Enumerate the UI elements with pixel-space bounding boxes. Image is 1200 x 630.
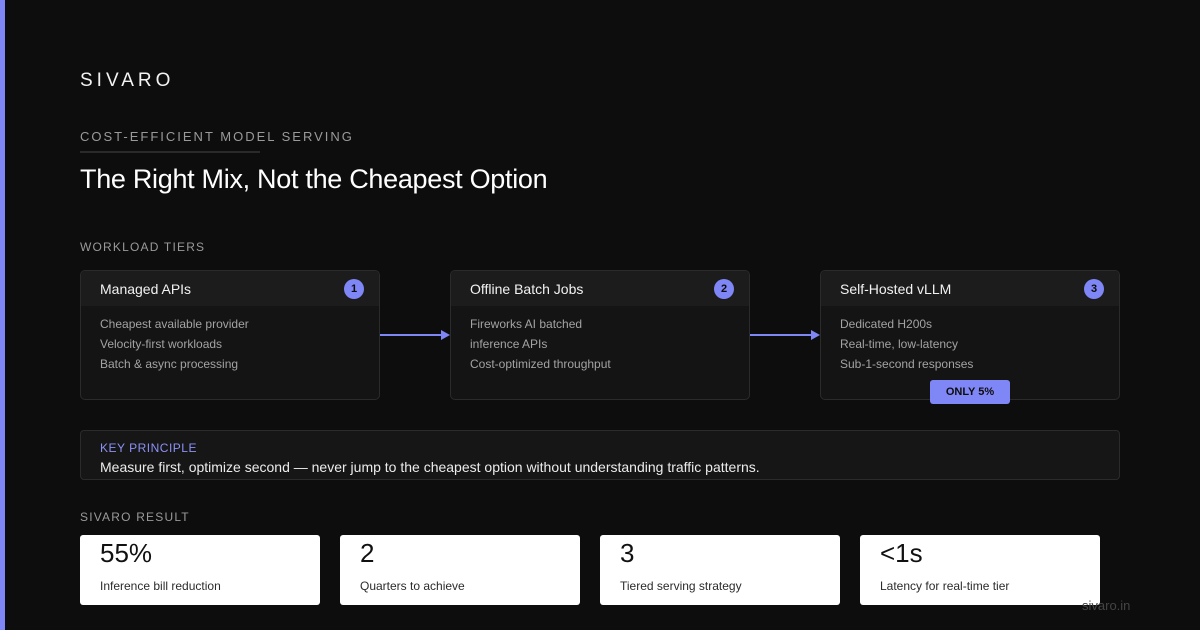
tier-title: Offline Batch Jobs (470, 280, 584, 297)
result-label: SIVARO RESULT (80, 510, 190, 524)
tier-details: Dedicated H200s Real-time, low-latency S… (821, 306, 1119, 374)
page-title: The Right Mix, Not the Cheapest Option (80, 164, 548, 194)
flow-arrow-line (380, 334, 442, 336)
tier-detail-line: Fireworks AI batched (470, 317, 583, 331)
tier-detail-line: Dedicated H200s (840, 317, 933, 331)
tier-header: Offline Batch Jobs 2 (451, 271, 749, 306)
tier-card-managed-apis: Managed APIs 1 Cheapest available provid… (80, 270, 380, 400)
tier-number-badge: 2 (714, 278, 734, 299)
footer-url: sivaro.in (1082, 598, 1131, 613)
tier-number-badge: 3 (1084, 278, 1104, 299)
stat-label: Latency for real-time tier (880, 579, 1010, 593)
principle-label: KEY PRINCIPLE (100, 441, 197, 455)
stat-card: 55% Inference bill reduction (80, 535, 320, 605)
key-principle-callout: KEY PRINCIPLE Measure first, optimize se… (80, 430, 1120, 480)
flow-arrow-icon (811, 330, 820, 340)
stat-label: Quarters to achieve (360, 579, 465, 593)
usage-share-badge: ONLY 5% (930, 380, 1010, 404)
tier-detail-line: Batch & async processing (100, 357, 239, 371)
stat-card: <1s Latency for real-time tier (860, 535, 1100, 605)
tier-title: Self-Hosted vLLM (840, 280, 952, 297)
tier-card-offline-batch: Offline Batch Jobs 2 Fireworks AI batche… (450, 270, 750, 400)
kicker-divider (80, 151, 260, 153)
tier-detail-line: Real-time, low-latency (840, 337, 959, 351)
tier-details: Fireworks AI batched inference APIs Cost… (451, 306, 749, 374)
flow-arrow-line (750, 334, 812, 336)
tier-detail-line: Velocity-first workloads (100, 337, 223, 351)
stat-value: 2 (360, 538, 375, 568)
stat-card: 2 Quarters to achieve (340, 535, 580, 605)
tier-number-badge: 1 (344, 278, 364, 299)
stat-value: 55% (100, 538, 153, 568)
tier-detail-line: Cheapest available provider (100, 317, 249, 331)
stat-value: <1s (880, 538, 923, 568)
stat-value: 3 (620, 538, 635, 568)
stat-card: 3 Tiered serving strategy (600, 535, 840, 605)
flow-arrow-icon (441, 330, 450, 340)
workload-tiers-label: WORKLOAD TIERS (80, 240, 206, 254)
tier-title: Managed APIs (100, 280, 192, 297)
stat-label: Tiered serving strategy (620, 579, 742, 593)
tier-header: Managed APIs 1 (81, 271, 379, 306)
tier-detail-line: inference APIs (470, 337, 548, 351)
tier-header: Self-Hosted vLLM 3 (821, 271, 1119, 306)
tier-details: Cheapest available provider Velocity-fir… (81, 306, 379, 374)
tier-detail-line: Sub-1-second responses (840, 357, 974, 371)
tier-detail-line: Cost-optimized throughput (470, 357, 611, 371)
left-accent-bar (0, 0, 5, 630)
principle-text: Measure first, optimize second — never j… (100, 459, 760, 475)
stat-label: Inference bill reduction (100, 579, 221, 593)
brand-logo: SIVARO (80, 70, 175, 91)
section-kicker: COST-EFFICIENT MODEL SERVING (80, 129, 354, 144)
